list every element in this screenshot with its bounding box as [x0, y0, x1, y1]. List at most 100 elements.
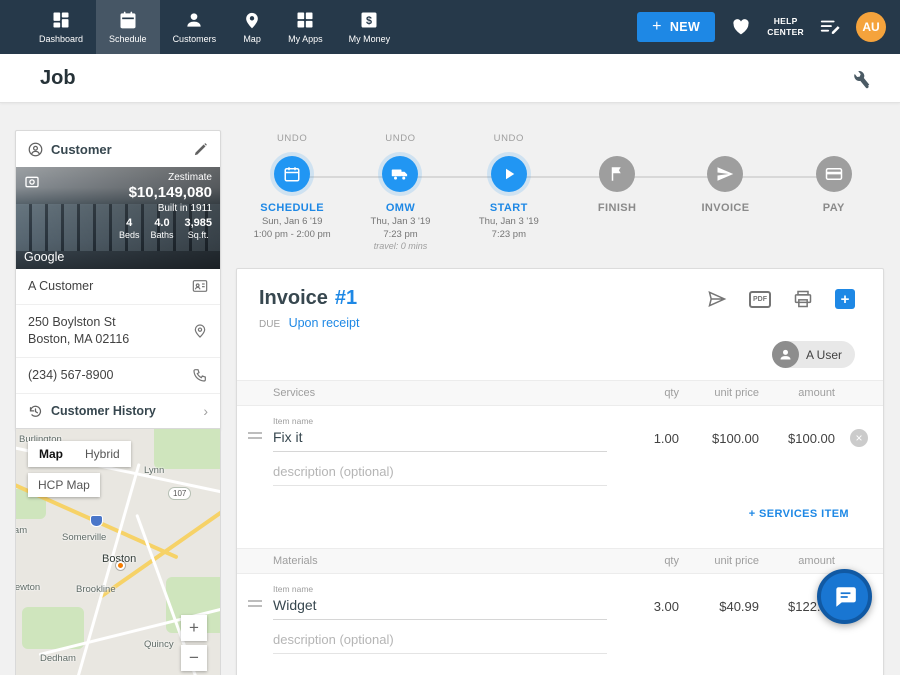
travel-note: travel: 0 mins: [374, 241, 428, 251]
phone-icon[interactable]: [192, 367, 208, 383]
nav-label: Dashboard: [39, 34, 83, 44]
start-step-button[interactable]: [491, 156, 527, 192]
send-invoice-icon[interactable]: [707, 289, 727, 309]
pay-step-button[interactable]: [816, 156, 852, 192]
plus-icon: +: [652, 19, 662, 35]
contact-card-icon[interactable]: [192, 278, 208, 294]
step-label: INVOICE: [701, 202, 749, 214]
nav-item-my-money[interactable]: $ My Money: [336, 0, 404, 54]
job-tools-icon[interactable]: [850, 67, 872, 89]
assignee-chip[interactable]: A User: [772, 341, 855, 368]
stat-sqft: 3,985Sq.ft.: [184, 217, 212, 240]
map-label: Waltham: [15, 525, 27, 536]
map-label: Dedham: [40, 653, 76, 664]
remove-item-icon[interactable]: ×: [850, 429, 868, 447]
undo-link[interactable]: UNDO: [494, 133, 524, 151]
nav-item-my-apps[interactable]: My Apps: [275, 0, 336, 54]
heart-icon[interactable]: [730, 16, 752, 38]
invoice-step-button[interactable]: [707, 156, 743, 192]
material-description-input[interactable]: [273, 628, 607, 654]
unit-price-column-header: unit price: [679, 555, 759, 567]
customer-history-label: Customer History: [51, 404, 195, 418]
material-item-unit-price[interactable]: $40.99: [679, 584, 759, 620]
step-time: 7:23 pm: [383, 229, 417, 240]
step-date: Thu, Jan 3 '19: [371, 216, 431, 227]
map-type-controls: Map Hybrid HCP Map: [28, 441, 131, 497]
customer-history-row[interactable]: Customer History ›: [16, 394, 220, 429]
material-item-qty[interactable]: 3.00: [607, 584, 679, 620]
zestimate-value: $10,149,080: [119, 184, 212, 201]
zoom-in-button[interactable]: +: [181, 615, 207, 641]
stat-beds: 4Beds: [119, 217, 140, 240]
amount-column-header: amount: [759, 387, 835, 399]
print-icon[interactable]: [793, 289, 813, 309]
materials-header-row: Materials qty unit price amount: [237, 548, 883, 574]
map-label: Somerville: [62, 532, 106, 543]
nav-item-map[interactable]: Map: [229, 0, 275, 54]
step-date: Thu, Jan 3 '19: [479, 216, 539, 227]
item-name-label: Item name: [273, 584, 607, 594]
pdf-icon[interactable]: PDF: [749, 291, 771, 308]
omw-step-button[interactable]: [382, 156, 418, 192]
invoice-card: Invoice #1 DUE Upon receipt PDF + A User…: [236, 268, 884, 675]
customer-address: 250 Boylston St Boston, MA 02116: [28, 314, 192, 348]
user-avatar[interactable]: AU: [856, 12, 886, 42]
nav-label: My Apps: [288, 34, 323, 44]
property-photo[interactable]: Zestimate $10,149,080 Built in 1911 4Bed…: [16, 167, 220, 269]
step-label: OMW: [386, 202, 415, 214]
edit-pencil-icon[interactable]: [193, 142, 208, 157]
customers-icon: [184, 10, 204, 30]
invoice-number[interactable]: #1: [335, 287, 357, 310]
new-button[interactable]: +NEW: [637, 12, 715, 42]
assignee-avatar: [772, 341, 799, 368]
nav-item-customers[interactable]: Customers: [160, 0, 230, 54]
schedule-step-button[interactable]: [274, 156, 310, 192]
map-label: Brookline: [76, 584, 116, 595]
finish-step-button[interactable]: [599, 156, 635, 192]
undo-link[interactable]: UNDO: [277, 133, 307, 151]
material-item-name-input[interactable]: [273, 594, 607, 620]
customer-card-title: Customer: [51, 142, 185, 157]
add-services-item-link[interactable]: + SERVICES ITEM: [749, 508, 849, 520]
material-item-row: Item name 3.00 $40.99 $122.97: [237, 574, 883, 620]
drag-handle-icon[interactable]: [237, 584, 273, 607]
map-zoom-controls: + −: [181, 615, 207, 671]
undo-link[interactable]: UNDO: [385, 133, 415, 151]
invoice-header: Invoice #1 DUE Upon receipt PDF +: [237, 269, 883, 332]
customer-name-row: A Customer: [16, 269, 220, 305]
service-item-name-input[interactable]: [273, 426, 607, 452]
step-label: FINISH: [598, 202, 636, 214]
zoom-out-button[interactable]: −: [181, 645, 207, 671]
chat-fab-button[interactable]: [817, 569, 872, 624]
service-description-input[interactable]: [273, 460, 607, 486]
service-item-unit-price[interactable]: $100.00: [679, 416, 759, 452]
nav-item-dashboard[interactable]: Dashboard: [26, 0, 96, 54]
flag-icon: [608, 165, 626, 183]
due-terms-link[interactable]: Upon receipt: [289, 316, 360, 330]
map-card[interactable]: Burlington Lynn Somerville Boston Brookl…: [15, 428, 221, 675]
map-type-map-button[interactable]: Map: [28, 441, 74, 467]
timeline-step-schedule: UNDO SCHEDULE Sun, Jan 6 '19 1:00 pm - 2…: [238, 133, 346, 251]
add-service-row: + SERVICES ITEM: [237, 488, 883, 534]
apps-grid-icon: [295, 10, 315, 30]
address-line1: 250 Boylston St: [28, 314, 192, 331]
drag-handle-icon[interactable]: [237, 416, 273, 439]
map-type-hybrid-button[interactable]: Hybrid: [74, 441, 131, 467]
route-shield: 107: [168, 487, 191, 500]
nav-item-schedule[interactable]: Schedule: [96, 0, 160, 54]
job-progress-timeline: UNDO SCHEDULE Sun, Jan 6 '19 1:00 pm - 2…: [238, 133, 888, 251]
help-center-link[interactable]: HELP CENTER: [767, 16, 804, 38]
location-pin-icon[interactable]: [192, 323, 208, 339]
credit-card-icon: [825, 165, 843, 183]
schedule-icon: [118, 10, 138, 30]
timeline-step-finish: FINISH: [563, 133, 671, 251]
due-label: DUE: [259, 319, 280, 330]
customer-card: Customer Zestimate $10,149,080 Built in …: [15, 130, 221, 430]
service-item-qty[interactable]: 1.00: [607, 416, 679, 452]
job-location-marker[interactable]: [116, 561, 125, 570]
hcp-map-button[interactable]: HCP Map: [28, 473, 100, 497]
customer-name: A Customer: [28, 278, 192, 295]
activity-feed-icon[interactable]: [819, 16, 841, 38]
service-description-row: [237, 452, 883, 488]
add-invoice-item-icon[interactable]: +: [835, 289, 855, 309]
